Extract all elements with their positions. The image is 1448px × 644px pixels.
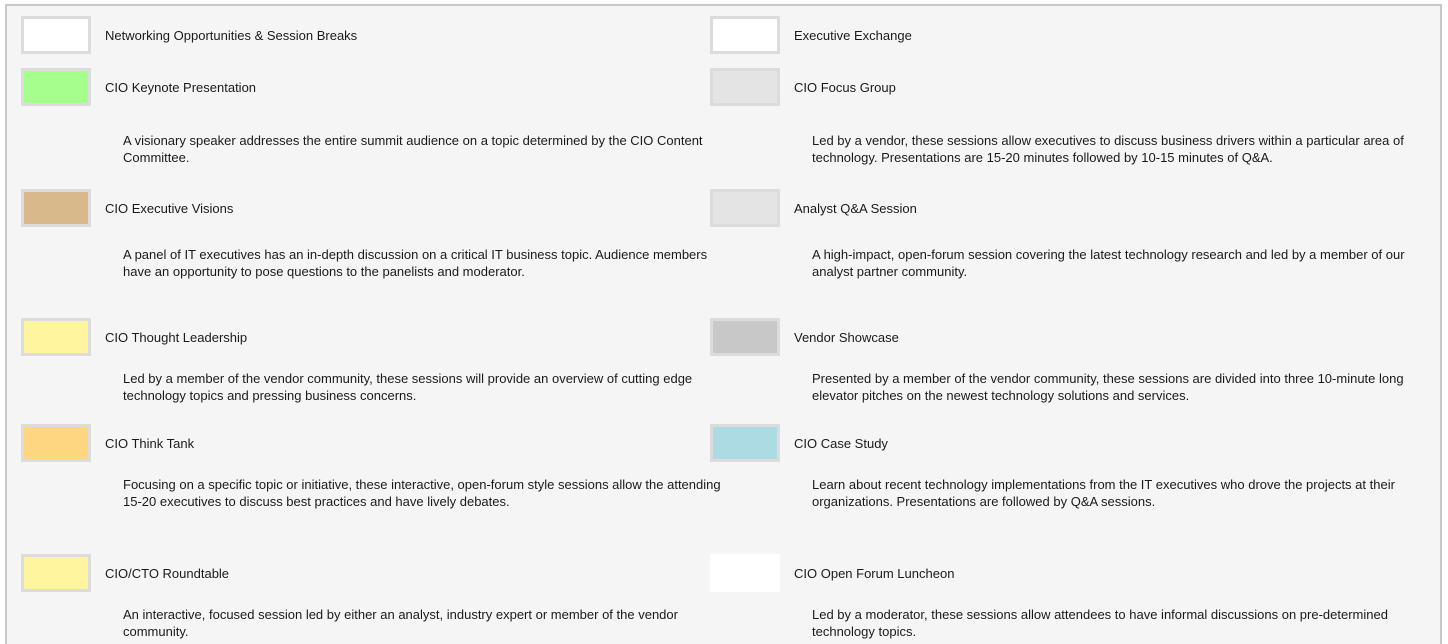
legend-description: A high-impact, open-forum session coveri… — [812, 247, 1405, 279]
legend-label: CIO Executive Visions — [105, 201, 234, 216]
legend-label: Analyst Q&A Session — [794, 201, 917, 216]
legend-description: Learn about recent technology implementa… — [812, 477, 1395, 509]
color-swatch — [710, 68, 780, 106]
color-swatch — [21, 68, 91, 106]
color-swatch — [21, 554, 91, 592]
legend-description: Led by a vendor, these sessions allow ex… — [812, 133, 1404, 165]
legend-description: Focusing on a specific topic or initiati… — [123, 477, 721, 509]
legend-description: A panel of IT executives has an in-depth… — [123, 247, 708, 279]
legend-label: Vendor Showcase — [794, 330, 899, 345]
legend-label: CIO Keynote Presentation — [105, 80, 257, 95]
legend-label: CIO Case Study — [794, 436, 888, 451]
color-swatch — [710, 424, 780, 462]
color-swatch — [21, 189, 91, 227]
legend-label: CIO Open Forum Luncheon — [794, 566, 955, 581]
legend-label: Networking Opportunities & Session Break… — [105, 28, 358, 43]
legend-description: Led by a member of the vendor community,… — [123, 371, 693, 403]
color-swatch — [710, 16, 780, 54]
legend-label: CIO/CTO Roundtable — [105, 566, 230, 581]
legend-label: CIO Thought Leadership — [105, 330, 248, 345]
legend-description: Led by a moderator, these sessions allow… — [812, 607, 1388, 639]
color-swatch — [21, 16, 91, 54]
legend-panel: Networking Opportunities & Session Break… — [5, 4, 1442, 644]
color-swatch — [710, 554, 780, 592]
legend-description: A visionary speaker addresses the entire… — [123, 133, 703, 165]
legend-label: CIO Focus Group — [794, 80, 896, 95]
color-swatch — [710, 189, 780, 227]
color-swatch — [21, 424, 91, 462]
color-swatch — [710, 318, 780, 356]
legend-label: Executive Exchange — [794, 28, 912, 43]
color-swatch — [21, 318, 91, 356]
legend-description: An interactive, focused session led by e… — [123, 607, 678, 639]
legend-description: Presented by a member of the vendor comm… — [812, 371, 1404, 403]
legend-label: CIO Think Tank — [105, 436, 195, 451]
